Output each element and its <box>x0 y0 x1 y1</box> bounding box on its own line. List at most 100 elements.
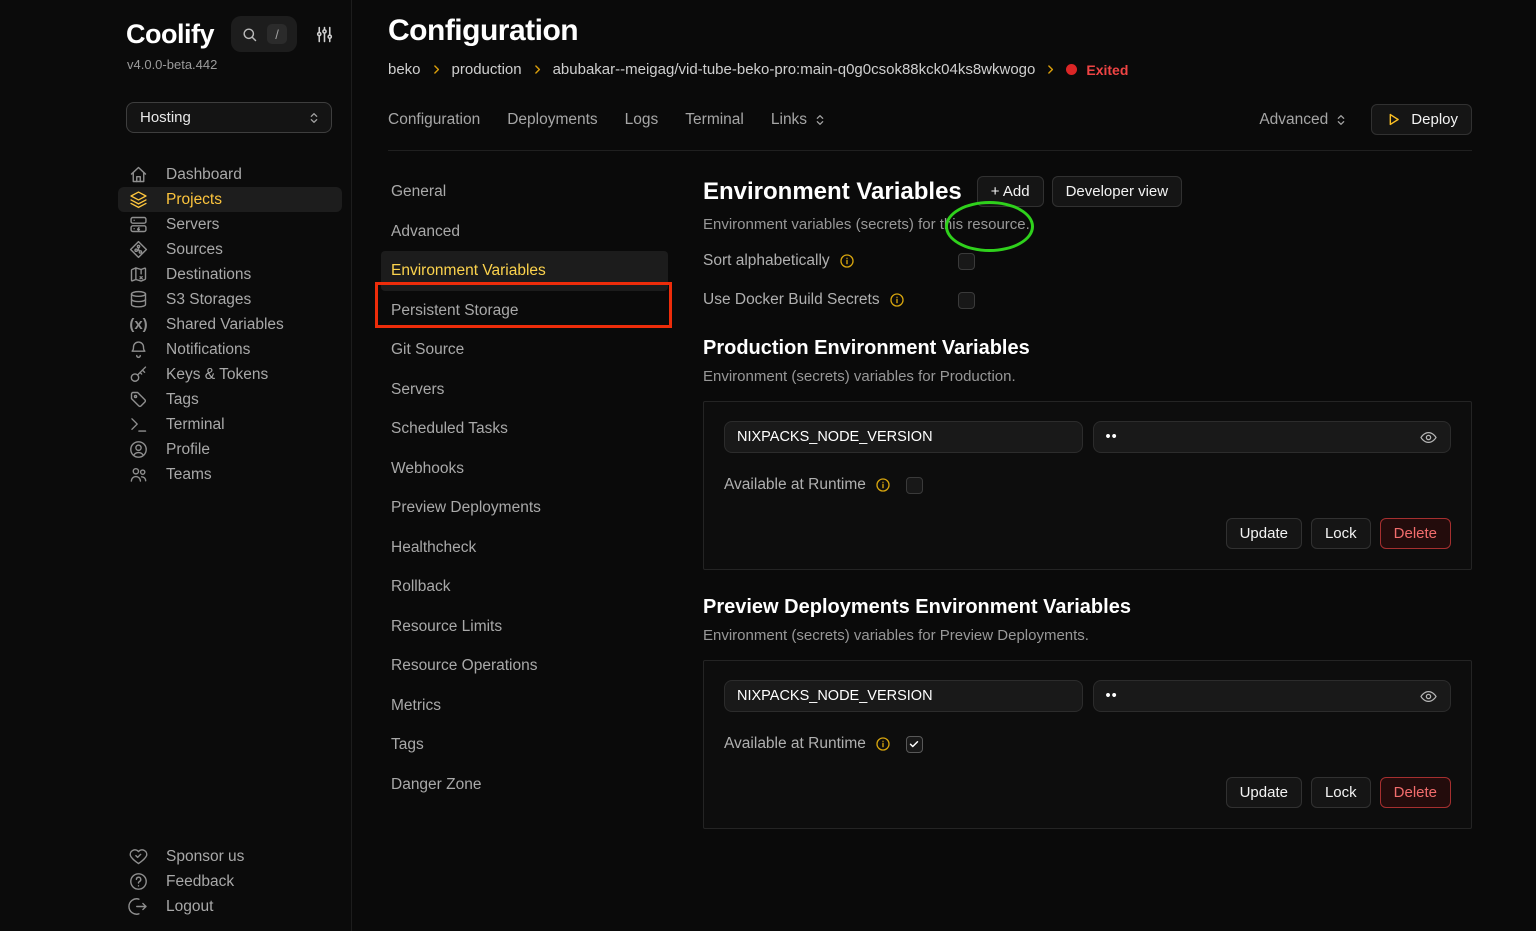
deploy-button[interactable]: Deploy <box>1371 104 1472 135</box>
sidebar-item-destinations[interactable]: Destinations <box>118 262 342 287</box>
docker-build-secrets-checkbox[interactable] <box>958 292 975 309</box>
main-area: Configuration beko production abubakar--… <box>352 0 1536 931</box>
lock-button[interactable]: Lock <box>1311 518 1371 549</box>
sidebar-item-label: Sponsor us <box>166 848 244 866</box>
breadcrumb-resource[interactable]: abubakar--meigag/vid-tube-beko-pro:main-… <box>553 61 1036 78</box>
submenu-item-resource-operations[interactable]: Resource Operations <box>381 646 668 686</box>
advanced-dropdown[interactable]: Advanced <box>1259 111 1349 129</box>
env-key-input[interactable]: NIXPACKS_NODE_VERSION <box>724 680 1083 712</box>
sidebar-item-tags[interactable]: Tags <box>118 387 342 412</box>
sidebar-item-keys-tokens[interactable]: Keys & Tokens <box>118 362 342 387</box>
submenu-item-rollback[interactable]: Rollback <box>381 567 668 607</box>
sidebar-nav: Dashboard Projects Servers Sources Desti… <box>0 162 351 487</box>
sidebar-item-servers[interactable]: Servers <box>118 212 342 237</box>
eye-icon[interactable] <box>1419 687 1438 706</box>
team-select-dropdown[interactable]: Hosting <box>126 102 332 133</box>
chevron-up-down-icon <box>812 112 828 128</box>
breadcrumb-team[interactable]: beko <box>388 61 421 78</box>
delete-button[interactable]: Delete <box>1380 777 1451 808</box>
home-icon <box>128 164 149 185</box>
logo-row: Coolify / <box>0 0 351 52</box>
submenu-item-environment-variables[interactable]: Environment Variables <box>381 251 668 291</box>
info-icon <box>839 253 855 269</box>
tab-links[interactable]: Links <box>771 111 828 129</box>
eye-icon[interactable] <box>1419 428 1438 447</box>
search-button[interactable]: / <box>231 16 297 52</box>
submenu-item-servers[interactable]: Servers <box>381 370 668 410</box>
sidebar-item-terminal[interactable]: Terminal <box>118 412 342 437</box>
key-icon <box>128 364 149 385</box>
available-at-runtime-checkbox[interactable] <box>906 477 923 494</box>
tab-terminal[interactable]: Terminal <box>685 111 744 129</box>
settings-sliders-button[interactable] <box>314 24 335 45</box>
env-value-input[interactable]: •• <box>1093 680 1452 712</box>
tab-links-label: Links <box>771 111 807 129</box>
submenu-item-danger-zone[interactable]: Danger Zone <box>381 765 668 805</box>
lock-button[interactable]: Lock <box>1311 777 1371 808</box>
production-env-subtitle: Environment (secrets) variables for Prod… <box>703 368 1472 385</box>
sidebar-item-notifications[interactable]: Notifications <box>118 337 342 362</box>
info-icon <box>889 292 905 308</box>
tab-logs[interactable]: Logs <box>625 111 659 129</box>
sidebar-item-profile[interactable]: Profile <box>118 437 342 462</box>
delete-button[interactable]: Delete <box>1380 518 1451 549</box>
preview-env-title: Preview Deployments Environment Variable… <box>703 596 1472 619</box>
heart-icon <box>128 846 149 867</box>
submenu-item-metrics[interactable]: Metrics <box>381 686 668 726</box>
tag-icon <box>128 389 149 410</box>
sidebar-item-projects[interactable]: Projects <box>118 187 342 212</box>
submenu-item-webhooks[interactable]: Webhooks <box>381 449 668 489</box>
submenu-item-persistent-storage[interactable]: Persistent Storage <box>381 291 668 331</box>
submenu-item-tags[interactable]: Tags <box>381 725 668 765</box>
developer-view-button[interactable]: Developer view <box>1052 176 1183 207</box>
submenu-item-advanced[interactable]: Advanced <box>381 212 668 252</box>
sidebar-item-label: Terminal <box>166 416 225 434</box>
sidebar-item-sponsor-us[interactable]: Sponsor us <box>118 844 342 869</box>
submenu-item-healthcheck[interactable]: Healthcheck <box>381 528 668 568</box>
layers-icon <box>128 189 149 210</box>
tab-configuration[interactable]: Configuration <box>388 111 480 129</box>
advanced-label: Advanced <box>1259 111 1328 129</box>
sidebar-item-label: Tags <box>166 391 199 409</box>
env-value-masked: •• <box>1106 688 1118 704</box>
submenu-item-scheduled-tasks[interactable]: Scheduled Tasks <box>381 409 668 449</box>
sidebar-item-label: Teams <box>166 466 212 484</box>
production-env-card: NIXPACKS_NODE_VERSION •• Available at Ru… <box>703 401 1472 570</box>
docker-build-secrets-label: Use Docker Build Secrets <box>703 291 880 309</box>
sidebar-item-label: Destinations <box>166 266 251 284</box>
settings-submenu: General Advanced Environment Variables P… <box>388 172 703 829</box>
sidebar-item-s3-storages[interactable]: S3 Storages <box>118 287 342 312</box>
submenu-item-preview-deployments[interactable]: Preview Deployments <box>381 488 668 528</box>
sort-alphabetically-label: Sort alphabetically <box>703 252 830 270</box>
sidebar-item-feedback[interactable]: Feedback <box>118 869 342 894</box>
sliders-icon <box>314 24 335 45</box>
update-button[interactable]: Update <box>1226 518 1302 549</box>
submenu-item-general[interactable]: General <box>381 172 668 212</box>
add-variable-button[interactable]: + Add <box>977 176 1044 207</box>
parentheses-x-icon <box>128 316 149 333</box>
help-circle-icon <box>128 871 149 892</box>
sort-alphabetically-checkbox[interactable] <box>958 253 975 270</box>
sidebar-item-shared-variables[interactable]: Shared Variables <box>118 312 342 337</box>
sidebar-item-label: Notifications <box>166 341 250 359</box>
sidebar-item-logout[interactable]: Logout <box>118 894 342 919</box>
available-at-runtime-row: Available at Runtime <box>724 474 1451 496</box>
sidebar-item-dashboard[interactable]: Dashboard <box>118 162 342 187</box>
sidebar-item-teams[interactable]: Teams <box>118 462 342 487</box>
submenu-item-resource-limits[interactable]: Resource Limits <box>381 607 668 647</box>
env-value-input[interactable]: •• <box>1093 421 1452 453</box>
available-at-runtime-checkbox[interactable] <box>906 736 923 753</box>
database-icon <box>128 289 149 310</box>
update-button[interactable]: Update <box>1226 777 1302 808</box>
info-icon <box>875 477 891 493</box>
tab-bar: Configuration Deployments Logs Terminal … <box>352 104 1536 135</box>
sidebar-item-label: Logout <box>166 898 213 916</box>
submenu-item-git-source[interactable]: Git Source <box>381 330 668 370</box>
sidebar-item-label: Keys & Tokens <box>166 366 268 384</box>
sidebar-item-sources[interactable]: Sources <box>118 237 342 262</box>
sidebar-item-label: Feedback <box>166 873 234 891</box>
chevron-right-icon <box>1044 63 1057 76</box>
tab-deployments[interactable]: Deployments <box>507 111 597 129</box>
breadcrumb-environment[interactable]: production <box>452 61 522 78</box>
env-key-input[interactable]: NIXPACKS_NODE_VERSION <box>724 421 1083 453</box>
